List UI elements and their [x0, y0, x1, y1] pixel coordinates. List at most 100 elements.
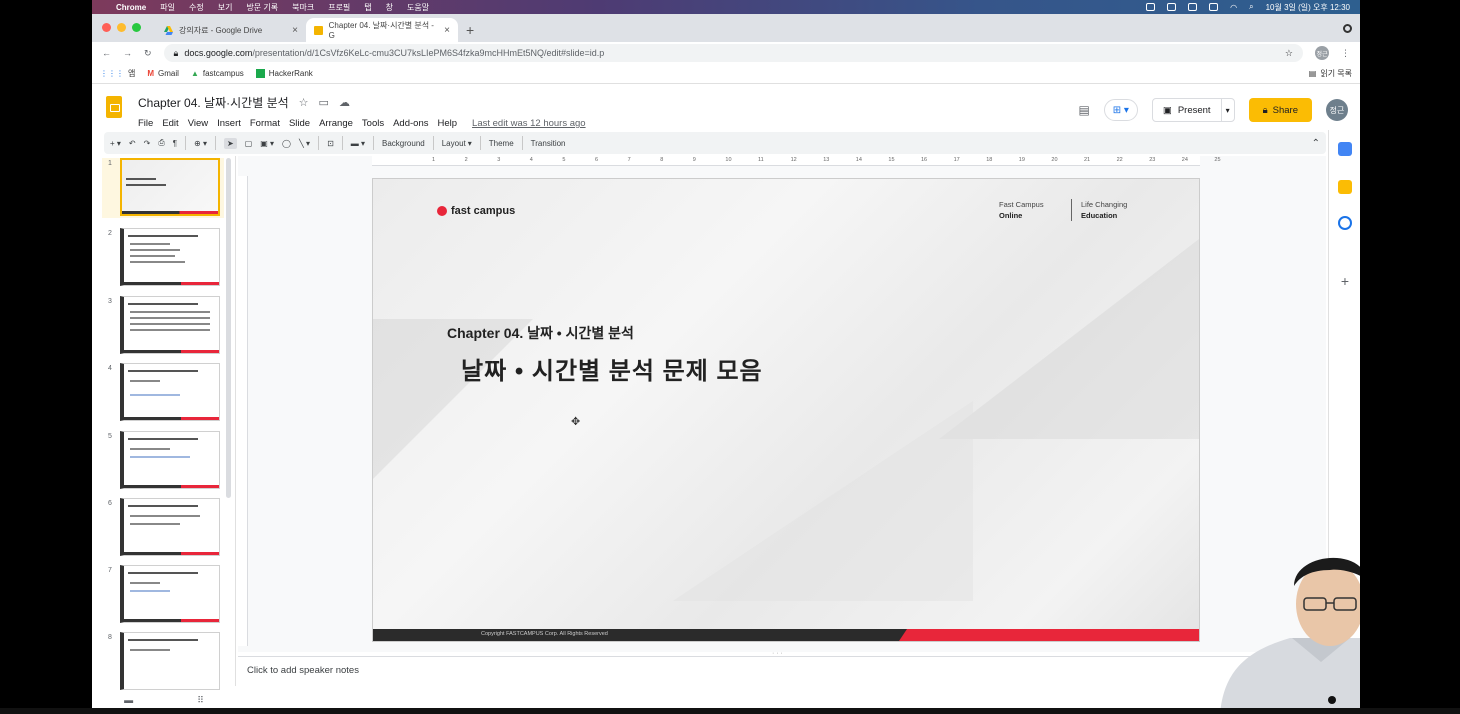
select-tool-icon[interactable]: ➤	[223, 137, 237, 149]
speaker-notes[interactable]: Click to add speaker notes	[238, 656, 1326, 686]
transition-button[interactable]: Transition	[531, 139, 566, 148]
menu-edit[interactable]: 수정	[189, 2, 204, 13]
chapter-subtitle[interactable]: Chapter 04. 날짜 • 시간별 분석	[447, 323, 634, 343]
menu-insert[interactable]: Insert	[217, 118, 241, 129]
slide-thumbnail[interactable]: 4	[102, 363, 224, 423]
slide-thumbnail[interactable]: 6	[102, 498, 224, 558]
bookmark-fastcampus[interactable]: ▲ fastcampus	[191, 69, 244, 78]
undo-icon[interactable]: ↶	[129, 139, 136, 148]
menu-edit[interactable]: Edit	[162, 118, 178, 129]
menu-tab[interactable]: 탭	[364, 2, 371, 13]
filmstrip-view-icon[interactable]: ▬	[124, 695, 133, 705]
menu-profiles[interactable]: 프로필	[328, 2, 350, 13]
background-button[interactable]: Background	[382, 139, 425, 148]
slides-logo-icon[interactable]	[106, 96, 122, 118]
shape-icon[interactable]: ◯	[282, 139, 291, 148]
comment-history-icon[interactable]: ▤	[1078, 103, 1089, 117]
clock[interactable]: 10월 3일 (일) 오후 12:30	[1266, 2, 1350, 13]
keep-icon[interactable]	[1338, 180, 1352, 194]
menu-view[interactable]: 보기	[218, 2, 233, 13]
forward-icon[interactable]: →	[123, 48, 132, 58]
menu-view[interactable]: View	[188, 118, 208, 129]
document-title[interactable]: Chapter 04. 날짜·시간별 분석	[138, 94, 289, 111]
slide-thumbnail[interactable]: 1	[102, 158, 224, 218]
horizontal-ruler[interactable]: 1 2 3 4 5 6 7 8 9 10 11 12 13 14 15 16 17 18 19 20 21 22 23 24 2…	[372, 156, 1221, 166]
new-slide-button[interactable]: + ▾	[110, 139, 121, 148]
print-icon[interactable]: ⎙	[158, 138, 164, 148]
menu-tools[interactable]: Tools	[362, 118, 384, 129]
lock-icon[interactable]: 🔒︎	[174, 48, 179, 59]
apps-bookmark[interactable]: ⋮⋮⋮ 앱	[100, 68, 135, 79]
redo-icon[interactable]: ↷	[144, 139, 151, 148]
theme-button[interactable]: Theme	[489, 139, 514, 148]
vertical-ruler[interactable]	[238, 176, 248, 646]
status-icon[interactable]	[1167, 3, 1177, 11]
slide-title[interactable]: 날짜 • 시간별 분석 문제 모음	[461, 351, 763, 386]
present-dropdown-icon[interactable]: ▾	[1220, 99, 1234, 121]
border-color-icon[interactable]: ▬ ▾	[351, 139, 365, 148]
layout-button[interactable]: Layout ▾	[442, 139, 472, 148]
bookmark-star-icon[interactable]: ☆	[1285, 48, 1293, 59]
close-tab-icon[interactable]: ×	[444, 25, 450, 36]
filmstrip-scrollbar[interactable]	[226, 158, 231, 498]
account-avatar[interactable]: 정근	[1326, 99, 1348, 121]
move-folder-icon[interactable]: ▭	[319, 96, 329, 109]
status-icon[interactable]	[1146, 3, 1156, 11]
menu-help[interactable]: Help	[437, 118, 457, 129]
spotlight-icon[interactable]: ⌕	[1249, 2, 1253, 12]
grid-view-icon[interactable]: ⠿	[197, 695, 204, 706]
present-button[interactable]: ▣ Present ▾	[1151, 98, 1235, 122]
zoom-icon[interactable]: ⊕ ▾	[194, 139, 207, 148]
tab-drive[interactable]: 강의자료 - Google Drive ×	[156, 18, 306, 42]
slide-thumbnail[interactable]: 7	[102, 565, 224, 625]
record-icon[interactable]	[1343, 24, 1352, 33]
profile-avatar[interactable]: 정근	[1315, 46, 1329, 60]
slide-1[interactable]: fast campus Fast Campus Online Life Chan…	[372, 178, 1200, 642]
collapse-toolbar-icon[interactable]: ⌃	[1312, 138, 1320, 149]
meet-button[interactable]: ⊞ ▾	[1103, 99, 1138, 121]
menu-addons[interactable]: Add-ons	[393, 118, 428, 129]
minimize-window-button[interactable]	[117, 23, 126, 32]
star-icon[interactable]: ☆	[299, 96, 309, 109]
menu-format[interactable]: Format	[250, 118, 280, 129]
slide-thumbnail[interactable]: 5	[102, 431, 224, 491]
menu-help[interactable]: 도움말	[407, 2, 429, 13]
bookmark-gmail[interactable]: M Gmail	[147, 69, 179, 78]
paint-format-icon[interactable]: ¶	[173, 139, 177, 148]
menu-bookmarks[interactable]: 북마크	[292, 2, 314, 13]
menu-history[interactable]: 방문 기록	[246, 2, 278, 13]
comment-icon[interactable]: ⊡	[327, 139, 334, 148]
battery-icon[interactable]	[1209, 3, 1219, 11]
slide-thumbnail[interactable]: 2	[102, 228, 224, 288]
cloud-saved-icon[interactable]: ☁	[339, 96, 350, 109]
app-menu-name[interactable]: Chrome	[116, 3, 146, 12]
line-icon[interactable]: ╲ ▾	[299, 139, 310, 148]
reading-list[interactable]: ▤ 읽기 목록	[1309, 68, 1352, 79]
close-window-button[interactable]	[102, 23, 111, 32]
menu-arrange[interactable]: Arrange	[319, 118, 353, 129]
reload-icon[interactable]: ↻	[144, 48, 152, 59]
close-tab-icon[interactable]: ×	[292, 25, 298, 36]
calendar-icon[interactable]	[1338, 142, 1352, 156]
tasks-icon[interactable]	[1338, 216, 1352, 230]
menu-file[interactable]: File	[138, 118, 153, 129]
new-tab-button[interactable]: +	[466, 18, 474, 42]
textbox-icon[interactable]: ▢	[245, 139, 253, 148]
kebab-menu-icon[interactable]: ⋮	[1341, 48, 1350, 59]
back-icon[interactable]: ←	[102, 48, 111, 58]
bookmark-hackerrank[interactable]: HackerRank	[255, 69, 313, 78]
slide-thumbnail[interactable]: 3	[102, 296, 224, 356]
image-icon[interactable]: ▣ ▾	[260, 139, 274, 148]
tab-slides[interactable]: Chapter 04. 날짜·시간별 분석 - G ×	[306, 18, 458, 42]
wifi-icon[interactable]: ◠	[1230, 3, 1237, 12]
last-edit-link[interactable]: Last edit was 12 hours ago	[472, 118, 586, 129]
volume-icon[interactable]	[1188, 3, 1198, 11]
share-button[interactable]: 🔒︎ Share	[1248, 98, 1312, 122]
menu-window[interactable]: 창	[386, 2, 393, 13]
add-addon-icon[interactable]: +	[1338, 274, 1352, 288]
menu-slide[interactable]: Slide	[289, 118, 310, 129]
zoom-window-button[interactable]	[132, 23, 141, 32]
menu-file[interactable]: 파일	[160, 2, 175, 13]
url-field[interactable]: 🔒︎ docs.google.com/presentation/d/1CsVfz…	[163, 44, 1303, 62]
slide-thumbnail[interactable]: 8	[102, 632, 224, 692]
